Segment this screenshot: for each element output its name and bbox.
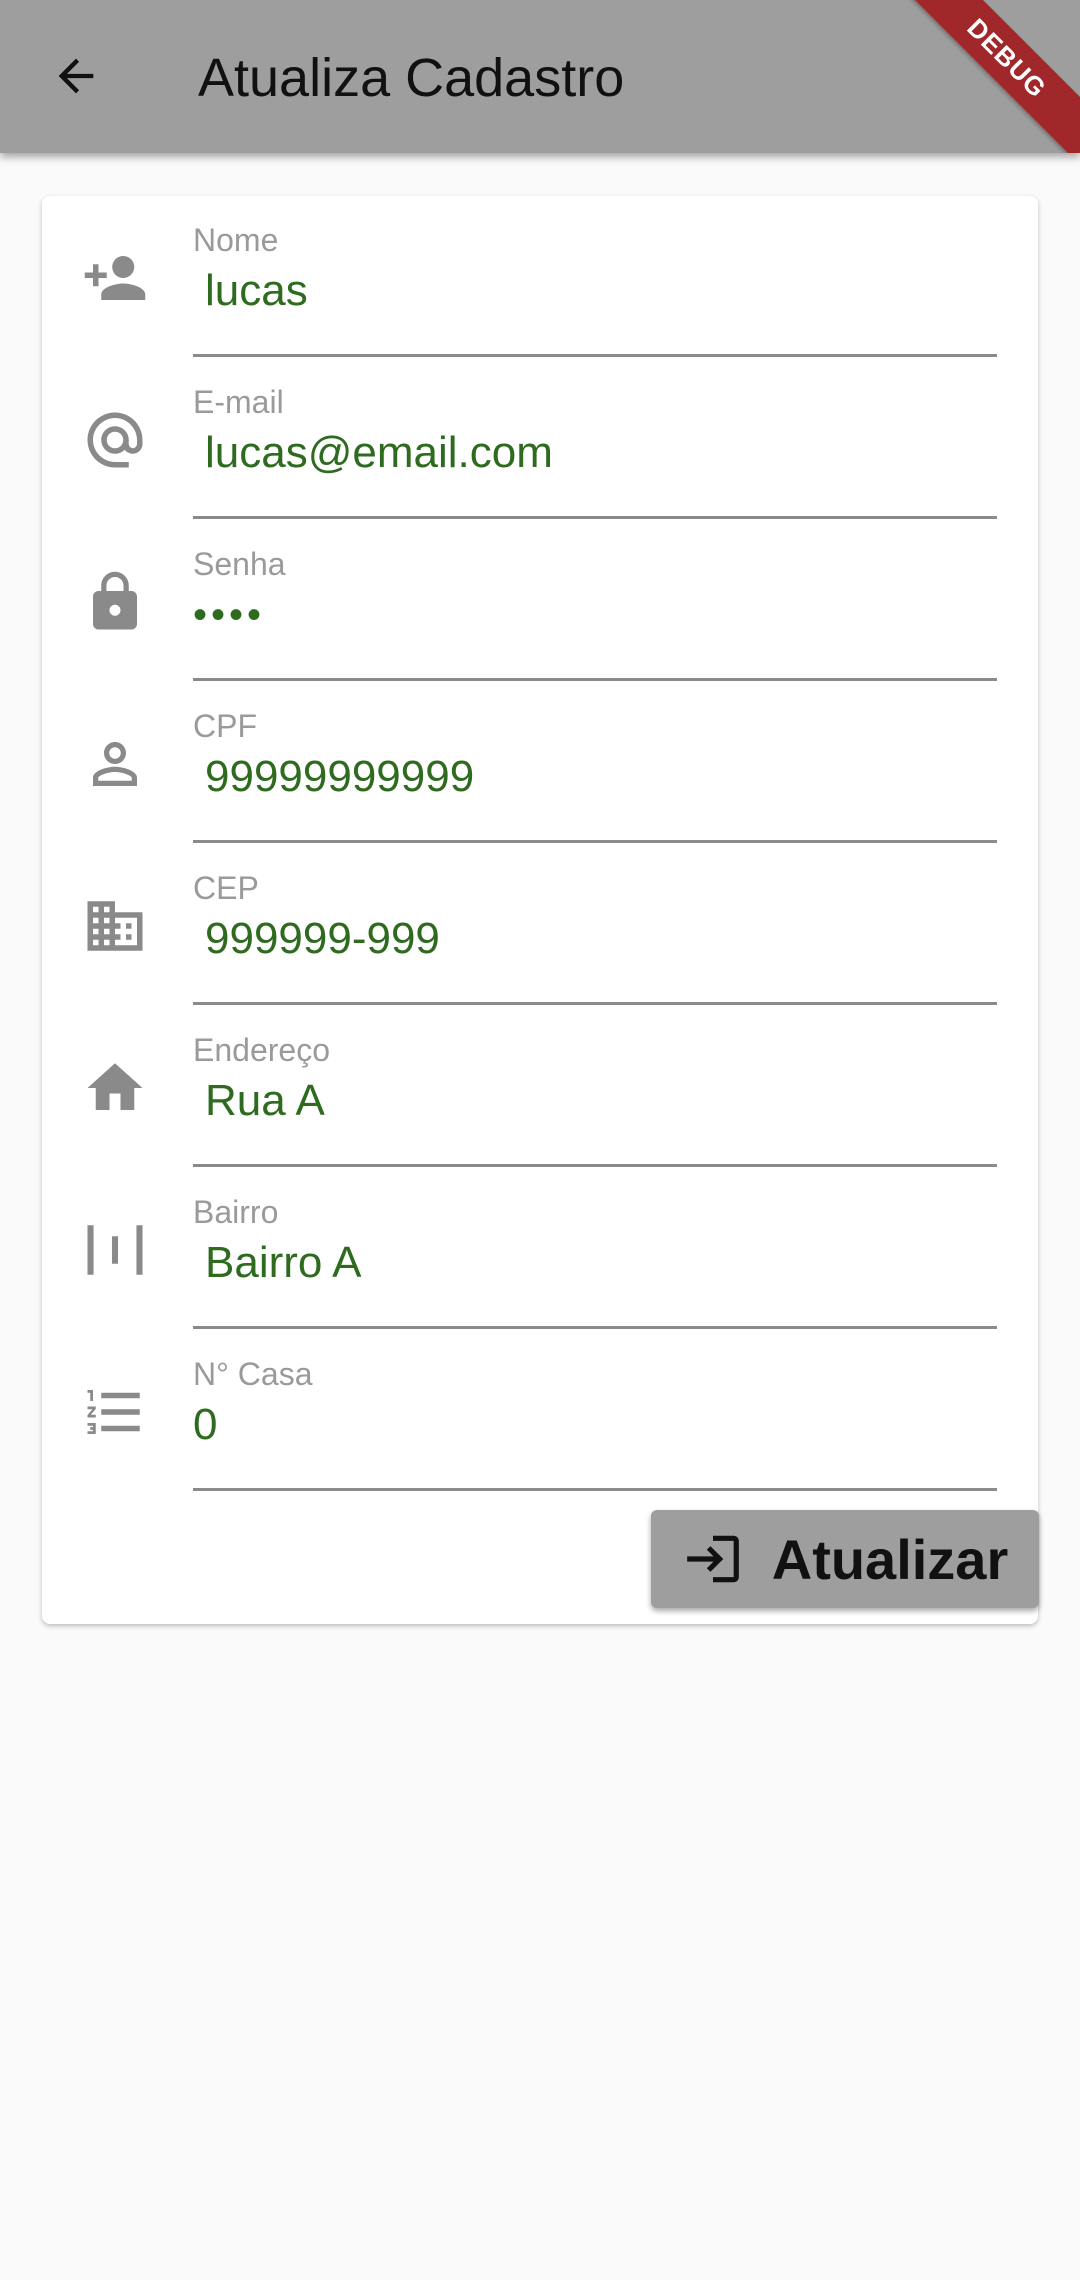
- cep-underline: [193, 1002, 997, 1005]
- business-icon: [82, 893, 148, 959]
- field-senha: Senha ••••: [42, 520, 1038, 682]
- app-bar: Atualiza Cadastro DEBUG: [0, 0, 1080, 153]
- cpf-underline: [193, 840, 997, 843]
- field-bairro: Bairro Bairro A: [42, 1168, 1038, 1330]
- email-input[interactable]: lucas@email.com: [193, 424, 1033, 482]
- field-cpf: CPF 99999999999: [42, 682, 1038, 844]
- lock-icon: [82, 569, 148, 635]
- cep-label: CEP: [193, 870, 259, 906]
- field-nome: Nome lucas: [42, 196, 1038, 358]
- update-form-card: Nome lucas E-mail lucas@email.com Senha …: [42, 196, 1038, 1624]
- person-add-icon: [82, 245, 148, 311]
- field-numero-casa: N° Casa 0: [42, 1330, 1038, 1492]
- nome-underline: [193, 354, 997, 357]
- field-email: E-mail lucas@email.com: [42, 358, 1038, 520]
- home-icon: [82, 1055, 148, 1121]
- view-week-icon: [82, 1217, 148, 1283]
- senha-label: Senha: [193, 546, 286, 582]
- nome-label: Nome: [193, 222, 279, 258]
- atualizar-button[interactable]: Atualizar: [651, 1510, 1039, 1608]
- at-sign-icon: [82, 407, 148, 473]
- atualizar-button-label: Atualizar: [771, 1527, 1009, 1591]
- field-cep: CEP 999999-999: [42, 844, 1038, 1006]
- numero-casa-label: N° Casa: [193, 1356, 313, 1392]
- endereco-label: Endereço: [193, 1032, 330, 1068]
- cep-input[interactable]: 999999-999: [193, 910, 1033, 968]
- format-list-numbered-icon: [82, 1379, 148, 1445]
- senha-input[interactable]: ••••: [193, 586, 1033, 644]
- numero-casa-input[interactable]: 0: [193, 1396, 1033, 1454]
- bairro-underline: [193, 1326, 997, 1329]
- email-underline: [193, 516, 997, 519]
- field-endereco: Endereço Rua A: [42, 1006, 1038, 1168]
- numero-casa-underline: [193, 1488, 997, 1491]
- bairro-label: Bairro: [193, 1194, 279, 1230]
- arrow-back-icon: [58, 58, 94, 94]
- endereco-underline: [193, 1164, 997, 1167]
- back-button[interactable]: [44, 44, 108, 108]
- login-icon: [686, 1535, 739, 1583]
- cpf-label: CPF: [193, 708, 257, 744]
- email-label: E-mail: [193, 384, 284, 420]
- debug-banner: DEBUG: [887, 0, 1080, 153]
- bairro-input[interactable]: Bairro A: [193, 1234, 1033, 1292]
- page-title: Atualiza Cadastro: [198, 48, 625, 108]
- nome-input[interactable]: lucas: [193, 262, 1033, 320]
- senha-underline: [193, 678, 997, 681]
- cpf-input[interactable]: 99999999999: [193, 748, 1033, 806]
- person-outline-icon: [82, 731, 148, 797]
- endereco-input[interactable]: Rua A: [193, 1072, 1033, 1130]
